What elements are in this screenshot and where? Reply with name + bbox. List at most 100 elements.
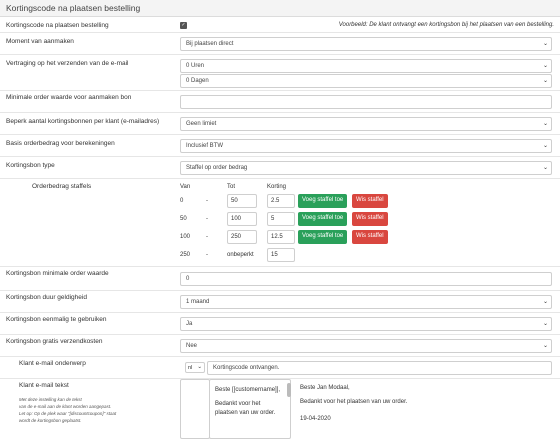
min-order-input[interactable] [180, 95, 552, 109]
preview-line-1: Beste Jan Modaal, [300, 385, 350, 391]
chevron-down-icon: ⌄ [542, 121, 548, 127]
editor-toolbar[interactable] [180, 379, 210, 439]
tier-from: 0 [180, 198, 184, 204]
tier-discount-input[interactable]: 5 [267, 212, 295, 226]
basis-row: Basis orderbedrag voor berekeningen Incl… [0, 135, 560, 157]
limit-value: Geen limiet [186, 121, 217, 127]
tier-dash: - [206, 198, 208, 204]
basis-select[interactable]: Inclusief BTW ⌄ [180, 139, 552, 153]
min-value-label: Kortingsbon minimale order waarde [6, 270, 109, 277]
delay-days-select[interactable]: 0 Dagen ⌄ [180, 74, 552, 88]
editor-line-2: Bedankt voor het [215, 401, 261, 407]
duration-value: 1 maand [186, 299, 210, 305]
moment-select[interactable]: Bij plaatsen direct ⌄ [180, 37, 552, 51]
add-tier-button[interactable]: Voeg staffel toe [298, 212, 348, 226]
tier-discount-input[interactable]: 12.5 [267, 230, 295, 244]
delay-row: Vertraging op het verzenden van de e-mai… [0, 55, 560, 91]
chevron-down-icon: ⌄ [542, 343, 548, 349]
delay-hours-select[interactable]: 0 Uren ⌄ [180, 59, 552, 73]
email-text-row: Klant e-mail tekst Met deze instelling k… [0, 379, 560, 439]
language-select[interactable]: nl ⌄ [185, 362, 205, 373]
limit-label: Beperk aantal kortingsbonnen per klant (… [6, 118, 160, 125]
tier-discount-value: 5 [271, 216, 275, 222]
remove-tier-button[interactable]: Wis staffel [352, 230, 388, 244]
tier-to-value: 100 [231, 216, 242, 222]
delay-days-value: 0 Dagen [186, 78, 209, 84]
add-tier-button[interactable]: Voeg staffel toe [298, 230, 348, 244]
tier-from: 250 [180, 252, 191, 258]
chevron-down-icon: ⌄ [542, 143, 548, 149]
chevron-down-icon: ⌄ [542, 321, 548, 327]
once-label: Kortingsbon eenmalig te gebruiken [6, 316, 107, 323]
enable-label: Kortingscode na plaatsen bestelling [6, 22, 109, 29]
panel-header: Kortingscode na plaatsen bestelling [0, 0, 560, 17]
tier-to-value: 50 [231, 198, 238, 204]
min-value-input[interactable]: 0 [180, 272, 552, 286]
duration-label: Kortingsbon duur geldigheid [6, 294, 87, 301]
editor-scrollbar[interactable] [287, 383, 291, 397]
type-row: Kortingsbon type Staffel op order bedrag… [0, 157, 560, 179]
preview-line-2: Bedankt voor het plaatsen van uw order. [300, 399, 408, 405]
once-row: Kortingsbon eenmalig te gebruiken Ja ⌄ [0, 313, 560, 335]
subject-value: Kortingscode ontvangen. [213, 365, 280, 371]
subject-label: Klant e-mail onderwerp [19, 360, 86, 367]
tiers-label: Orderbedrag staffels [32, 183, 92, 190]
panel-title: Kortingscode na plaatsen bestelling [6, 3, 141, 13]
col-discount: Korting [267, 184, 287, 190]
moment-row: Moment van aanmaken Bij plaatsen direct … [0, 33, 560, 55]
tier-from: 100 [180, 234, 191, 240]
type-select[interactable]: Staffel op order bedrag ⌄ [180, 161, 552, 175]
chevron-down-icon: ⌄ [542, 63, 548, 69]
subject-input[interactable]: Kortingscode ontvangen. [207, 361, 552, 375]
example-text: Voorbeeld: De klant ontvangt een korting… [338, 22, 554, 28]
subject-row: Klant e-mail onderwerp nl ⌄ Kortingscode… [0, 357, 560, 379]
tier-from: 50 [180, 216, 187, 222]
chevron-down-icon: ⌄ [542, 299, 548, 305]
tier-dash: - [206, 234, 208, 240]
basis-value: Inclusief BTW [186, 143, 224, 149]
type-value: Staffel op order bedrag [186, 165, 248, 171]
col-to: Tot [227, 184, 236, 190]
email-hint-4: wordt de kortingsbon geplaatst. [19, 418, 82, 423]
tier-to-value: 250 [231, 234, 242, 240]
free-shipping-value: Nee [186, 343, 198, 349]
email-text-label: Klant e-mail tekst [19, 382, 69, 389]
remove-tier-button[interactable]: Wis staffel [352, 194, 388, 208]
limit-row: Beperk aantal kortingsbonnen per klant (… [0, 113, 560, 135]
preview-line-3: 19-04-2020 [300, 416, 331, 422]
delay-hours-value: 0 Uren [186, 63, 205, 69]
once-select[interactable]: Ja ⌄ [180, 317, 552, 331]
free-shipping-label: Kortingsbon gratis verzendkosten [6, 338, 103, 345]
tier-discount-input[interactable]: 15 [267, 248, 295, 262]
tier-discount-value: 12.5 [271, 234, 283, 240]
min-order-row: Minimale order waarde voor aanmaken bon [0, 91, 560, 113]
tiers-row: Orderbedrag staffels Van Tot Korting 0 -… [0, 179, 560, 267]
moment-value: Bij plaatsen direct [186, 41, 234, 47]
tier-to-input[interactable]: 50 [227, 194, 257, 208]
add-tier-button[interactable]: Voeg staffel toe [298, 194, 348, 208]
free-shipping-row: Kortingsbon gratis verzendkosten Nee ⌄ [0, 335, 560, 357]
email-hint-3: Let op: Op de plek waar "[discountcoupon… [19, 411, 117, 416]
tier-discount-value: 15 [271, 252, 278, 258]
tier-to-input[interactable]: 100 [227, 212, 257, 226]
free-shipping-select[interactable]: Nee ⌄ [180, 339, 552, 353]
type-label: Kortingsbon type [6, 162, 55, 169]
email-editor[interactable]: Beste [[customername]], Bedankt voor het… [209, 379, 291, 439]
limit-select[interactable]: Geen limiet ⌄ [180, 117, 552, 131]
tier-discount-input[interactable]: 2.5 [267, 194, 295, 208]
duration-row: Kortingsbon duur geldigheid 1 maand ⌄ [0, 291, 560, 313]
tier-dash: - [206, 216, 208, 222]
basis-label: Basis orderbedrag voor berekeningen [6, 140, 115, 147]
enable-checkbox[interactable]: ✓ [180, 22, 187, 29]
tier-to-input[interactable]: 250 [227, 230, 257, 244]
chevron-down-icon: ⌄ [542, 78, 548, 84]
enable-row: Kortingscode na plaatsen bestelling ✓ Vo… [0, 17, 560, 33]
min-order-label: Minimale order waarde voor aanmaken bon [6, 94, 132, 101]
chevron-down-icon: ⌄ [197, 364, 202, 370]
duration-select[interactable]: 1 maand ⌄ [180, 295, 552, 309]
tier-dash: - [206, 252, 208, 258]
remove-tier-button[interactable]: Wis staffel [352, 212, 388, 226]
chevron-down-icon: ⌄ [542, 41, 548, 47]
tier-to-unlimited: onbeperkt [227, 252, 254, 258]
min-value-value: 0 [186, 276, 190, 282]
